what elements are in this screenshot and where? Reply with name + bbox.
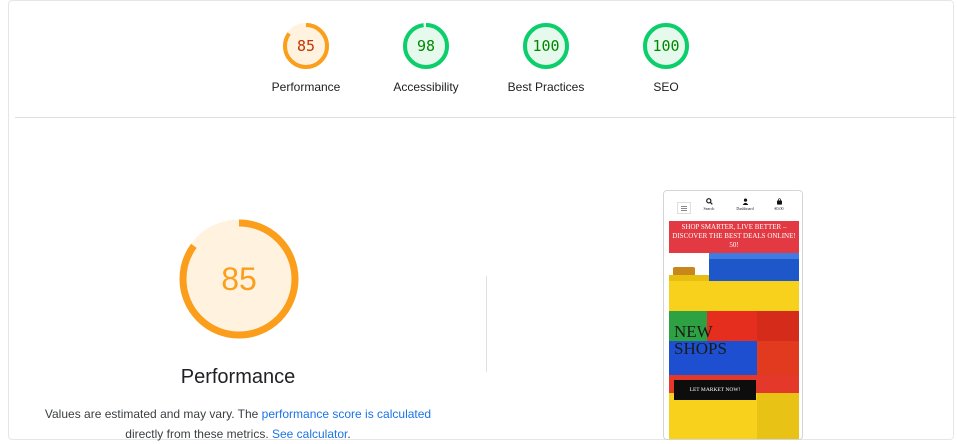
main-score: 85 (221, 261, 257, 297)
menu-icon (677, 202, 691, 214)
nav-search: Search (694, 198, 724, 211)
score-calculated-link[interactable]: performance score is calculated (262, 407, 431, 421)
promo-banner: SHOP SMARTER, LIVE BETTER – DISCOVER THE… (669, 221, 799, 253)
nav-search-label: Search (703, 206, 715, 211)
gauge-performance[interactable]: 85 Performance (236, 22, 376, 94)
screenshot-nav: Search Dashboard €0.00 (664, 191, 802, 221)
performance-title: Performance (180, 366, 296, 388)
hero-title: NEW SHOPS (674, 322, 727, 358)
user-icon (742, 198, 748, 205)
nav-cart-label: €0.00 (774, 206, 784, 211)
description-suffix: . (347, 427, 351, 441)
description-text-2: directly from these metrics. (125, 427, 272, 441)
gauge-label: Best Practices (507, 80, 585, 94)
search-icon (705, 198, 713, 205)
gauge-accessibility[interactable]: 98 Accessibility (356, 22, 496, 94)
section-divider (15, 117, 956, 118)
score-description: Values are estimated and may vary. The p… (38, 404, 438, 444)
performance-main-gauge: 85 (179, 219, 299, 339)
description-text: Values are estimated and may vary. The (44, 407, 262, 421)
hero-button: LET MARKET NOW! (674, 380, 756, 400)
seo-gauge-ring: 100 (643, 23, 689, 69)
gauge-score: 100 (652, 37, 679, 55)
nav-cart: €0.00 (764, 198, 794, 211)
gauge-label: Accessibility (393, 80, 459, 94)
nav-dashboard: Dashboard (730, 198, 760, 211)
page-screenshot: Search Dashboard €0.00 SHOP SMARTER, LIV… (663, 190, 803, 440)
gauge-label: SEO (653, 80, 679, 94)
accessibility-gauge-ring: 98 (403, 23, 449, 69)
gauge-label: Performance (271, 80, 341, 94)
hero-image: NEW SHOPS LET MARKET NOW! (669, 253, 799, 439)
gauge-score: 100 (532, 37, 559, 55)
nav-dashboard-label: Dashboard (736, 206, 754, 211)
vertical-separator (486, 276, 487, 372)
bag-icon (776, 198, 782, 205)
see-calculator-link[interactable]: See calculator (272, 427, 347, 441)
gauge-seo[interactable]: 100 SEO (596, 22, 736, 94)
best-practices-gauge-ring: 100 (523, 23, 569, 69)
gauge-best-practices[interactable]: 100 Best Practices (476, 22, 616, 94)
performance-gauge-ring: 85 (283, 23, 329, 69)
gauge-score: 98 (417, 37, 435, 55)
score-gauges: 85 Performance 98 Accessibility 100 Best… (0, 0, 957, 118)
gauge-score: 85 (297, 37, 315, 55)
